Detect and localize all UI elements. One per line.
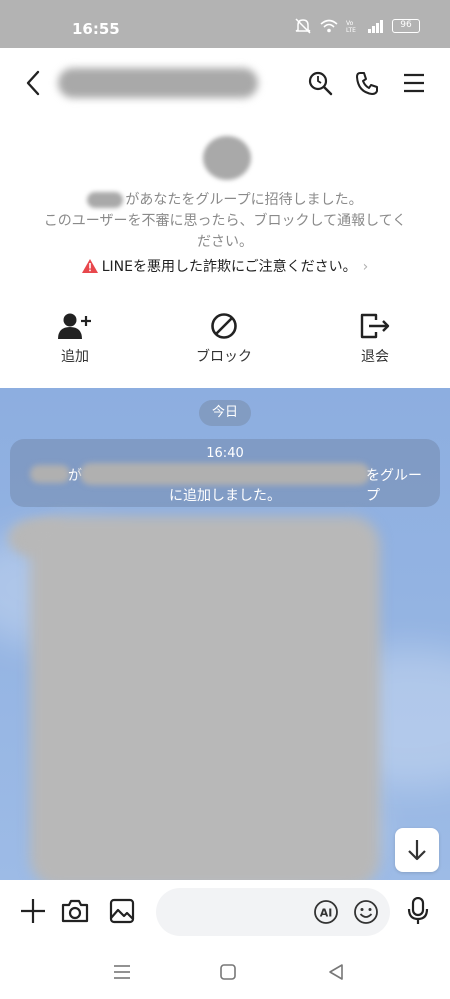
system-message-line-1: が をグループ [20, 463, 430, 504]
signal-icon [368, 19, 384, 33]
battery-icon: 96 [392, 19, 420, 33]
actor-name-redacted [30, 465, 70, 483]
leave-icon [330, 310, 420, 342]
chat-title-redacted [58, 68, 258, 98]
menu-icon [404, 73, 424, 93]
inviter-name-redacted [87, 192, 124, 208]
plus-button[interactable] [18, 896, 48, 926]
plus-icon [21, 899, 45, 923]
system-nav-bar [0, 944, 450, 999]
call-button[interactable] [352, 68, 382, 98]
invite-line-3: ださい。 [197, 234, 253, 250]
date-separator: 今日 [199, 400, 251, 426]
mic-icon [407, 897, 429, 924]
ai-icon: AI [314, 900, 338, 924]
add-friend-icon [30, 310, 120, 342]
svg-text:LTE: LTE [346, 27, 356, 33]
leave-button[interactable]: 退会 [330, 310, 420, 366]
block-icon [179, 310, 269, 342]
phone-icon [356, 72, 378, 95]
svg-text:Vo: Vo [346, 20, 354, 27]
status-icons: Vo LTE 96 [294, 18, 420, 34]
scroll-to-bottom-button[interactable] [395, 828, 439, 872]
voice-button[interactable] [403, 896, 433, 926]
invite-line-1: があなたをグループに招待しました。 [20, 190, 430, 211]
mute-icon [294, 18, 312, 34]
home-icon [220, 964, 236, 980]
add-button[interactable]: 追加 [30, 310, 120, 366]
chat-area[interactable]: 今日 16:40 が をグループ に追加しました。 [0, 388, 450, 880]
back-nav-button[interactable] [324, 960, 348, 984]
camera-button[interactable] [60, 896, 90, 926]
chevron-right-icon: › [362, 259, 369, 275]
block-button[interactable]: ブロック [179, 310, 269, 366]
search-icon [308, 71, 333, 96]
image-icon [109, 898, 135, 924]
wifi-icon [320, 19, 338, 33]
invite-notice: があなたをグループに招待しました。 このユーザーを不審に思ったら、ブロックして通… [20, 190, 430, 253]
chat-header [0, 48, 450, 118]
invite-actions: 追加 ブロック 退会 [0, 310, 450, 370]
fraud-warning-link[interactable]: LINEを悪用した詐欺にご注意ください。 › [0, 256, 450, 277]
back-button[interactable] [18, 66, 48, 100]
system-message-time: 16:40 [206, 446, 244, 461]
home-button[interactable] [216, 960, 240, 984]
add-label: 追加 [61, 349, 89, 365]
recents-icon [114, 965, 130, 979]
search-button[interactable] [305, 68, 335, 98]
status-time: 16:55 [72, 20, 120, 38]
menu-button[interactable] [399, 68, 429, 98]
image-button[interactable] [107, 896, 137, 926]
fraud-warning-text: LINEを悪用した詐欺にご注意ください。 [101, 259, 357, 275]
emoji-button[interactable] [353, 899, 379, 925]
svg-text:AI: AI [320, 907, 333, 920]
invite-panel: があなたをグループに招待しました。 このユーザーを不審に思ったら、ブロックして通… [0, 118, 450, 388]
back-nav-icon [329, 964, 343, 980]
system-message-line-2: に追加しました。 [169, 488, 281, 504]
invite-line-2: このユーザーを不審に思ったら、ブロックして通報してく [43, 213, 407, 229]
block-label: ブロック [196, 349, 252, 365]
volte-icon: Vo LTE [346, 19, 360, 33]
leave-label: 退会 [361, 349, 389, 365]
added-users-redacted [80, 463, 370, 485]
system-message: 16:40 が をグループ に追加しました。 [10, 439, 440, 507]
warning-icon [81, 259, 98, 277]
back-icon [26, 70, 40, 96]
emoji-icon [354, 900, 378, 924]
input-bar: AI [0, 880, 450, 944]
recents-button[interactable] [110, 960, 134, 984]
camera-icon [61, 899, 89, 923]
inviter-avatar-redacted [203, 136, 251, 180]
ai-button[interactable]: AI [313, 899, 339, 925]
arrow-down-icon [408, 840, 426, 861]
image-message-redacted[interactable] [30, 516, 380, 880]
status-bar: 16:55 Vo LTE 96 [0, 0, 450, 48]
